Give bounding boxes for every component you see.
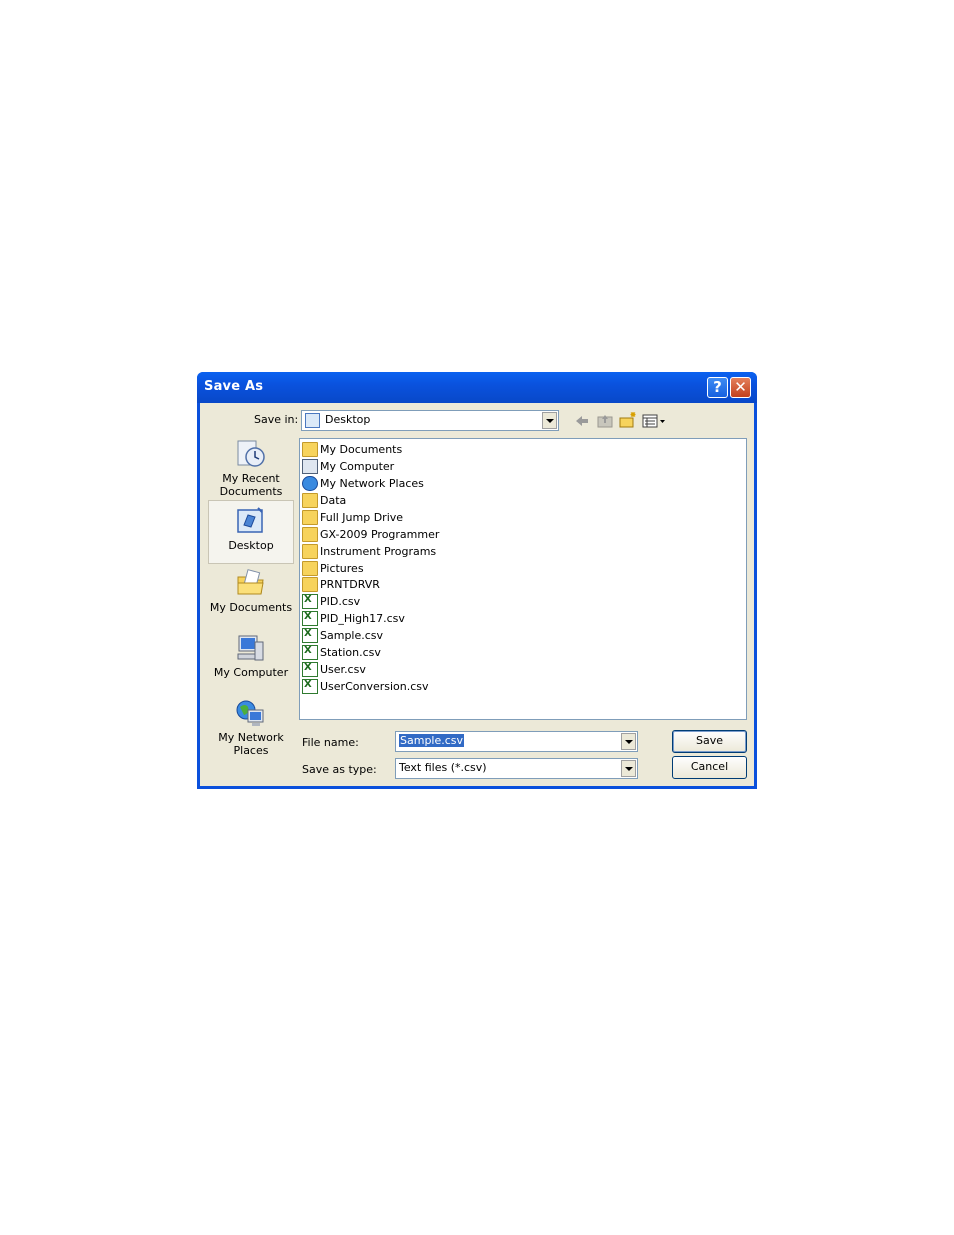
close-button[interactable]: ✕: [730, 377, 751, 398]
folder-icon: [302, 526, 318, 542]
file-name-text: Data: [320, 494, 347, 507]
file-name-text: My Network Places: [320, 477, 424, 490]
csv-file-icon: [302, 644, 318, 660]
list-item[interactable]: Instrument Programs: [302, 543, 436, 560]
file-list[interactable]: My Documents My Computer My Network Plac…: [299, 438, 747, 720]
list-item[interactable]: My Network Places: [302, 475, 424, 492]
network-icon: [302, 475, 318, 491]
file-name-text: My Documents: [320, 443, 403, 456]
csv-file-icon: [302, 678, 318, 694]
save-type-select[interactable]: Text files (*.csv): [395, 758, 638, 779]
file-name-value: Sample.csv: [399, 734, 465, 747]
save-button[interactable]: Save: [672, 730, 747, 753]
my-computer-icon: [237, 635, 264, 661]
list-item[interactable]: User.csv: [302, 661, 366, 678]
list-item[interactable]: PID.csv: [302, 593, 360, 610]
list-item[interactable]: PID_High17.csv: [302, 610, 405, 627]
place-label: Desktop: [228, 539, 274, 552]
cancel-button[interactable]: Cancel: [672, 756, 747, 779]
save-in-label: Save in:: [254, 413, 299, 426]
recent-documents-icon: [237, 440, 265, 467]
list-item[interactable]: My Computer: [302, 458, 394, 475]
list-item[interactable]: PRNTDRVR: [302, 576, 380, 593]
chevron-down-icon[interactable]: [542, 412, 557, 429]
list-item[interactable]: Pictures: [302, 560, 364, 577]
list-item[interactable]: Station.csv: [302, 644, 381, 661]
folder-icon: [302, 576, 318, 592]
list-item[interactable]: GX-2009 Programmer: [302, 526, 439, 543]
back-arrow-icon[interactable]: [572, 412, 592, 430]
help-button[interactable]: ?: [707, 377, 728, 398]
place-label: My Recent Documents: [219, 472, 283, 498]
file-name-text: GX-2009 Programmer: [320, 528, 440, 541]
file-name-text: PRNTDRVR: [320, 578, 380, 591]
my-documents-icon: [237, 569, 264, 595]
file-name-text: User.csv: [320, 663, 366, 676]
title-bar[interactable]: Save As ? ✕: [197, 372, 757, 403]
place-label: My Documents: [209, 601, 293, 614]
file-name-text: Full Jump Drive: [320, 511, 404, 524]
file-name-text: Pictures: [320, 562, 364, 575]
place-my-documents[interactable]: My Documents: [208, 567, 294, 631]
list-item[interactable]: Sample.csv: [302, 627, 383, 644]
desktop-icon: [305, 413, 320, 428]
list-item[interactable]: My Documents: [302, 441, 402, 458]
save-type-label: Save as type:: [302, 763, 377, 776]
chevron-down-icon[interactable]: [621, 760, 636, 777]
place-network-places[interactable]: My Network Places: [208, 697, 294, 761]
list-item[interactable]: Full Jump Drive: [302, 509, 403, 526]
my-documents-folder-icon: [302, 441, 318, 457]
list-item[interactable]: Data: [302, 492, 346, 509]
save-type-value: Text files (*.csv): [399, 761, 487, 774]
save-as-dialog: Save As ? ✕ Save in: Desktop My Recent D…: [197, 372, 757, 789]
save-in-value: Desktop: [325, 413, 371, 426]
place-label: My Network Places: [218, 731, 284, 757]
dialog-body: Save in: Desktop My Recent Documents Des…: [200, 403, 754, 786]
csv-file-icon: [302, 627, 318, 643]
new-folder-icon[interactable]: [618, 411, 638, 429]
chevron-down-icon[interactable]: [621, 733, 636, 750]
file-name-text: Sample.csv: [320, 629, 384, 642]
folder-icon: [302, 492, 318, 508]
place-desktop[interactable]: Desktop: [208, 500, 294, 564]
file-name-input[interactable]: Sample.csv: [395, 731, 638, 752]
save-in-combo[interactable]: Desktop: [301, 410, 559, 431]
folder-icon: [302, 509, 318, 525]
folder-icon: [302, 560, 318, 576]
file-name-text: Instrument Programs: [320, 545, 437, 558]
places-bar: My Recent Documents Desktop My Documents: [208, 438, 294, 777]
network-places-icon: [236, 700, 264, 726]
place-my-computer[interactable]: My Computer: [208, 632, 294, 696]
computer-icon: [302, 458, 318, 474]
file-name-text: My Computer: [320, 460, 395, 473]
file-name-label: File name:: [302, 736, 359, 749]
window-title: Save As: [204, 379, 264, 394]
place-label: My Computer: [213, 666, 289, 679]
csv-file-icon: [302, 593, 318, 609]
file-name-text: PID.csv: [320, 595, 361, 608]
file-name-text: Station.csv: [320, 646, 381, 659]
csv-file-icon: [302, 610, 318, 626]
file-name-text: UserConversion.csv: [320, 680, 429, 693]
desktop-icon: [237, 507, 263, 533]
file-name-text: PID_High17.csv: [320, 612, 405, 625]
view-menu-icon[interactable]: [641, 412, 667, 430]
list-item[interactable]: UserConversion.csv: [302, 678, 429, 695]
place-recent-documents[interactable]: My Recent Documents: [208, 438, 294, 502]
up-folder-icon[interactable]: [595, 412, 615, 430]
csv-file-icon: [302, 661, 318, 677]
folder-icon: [302, 543, 318, 559]
